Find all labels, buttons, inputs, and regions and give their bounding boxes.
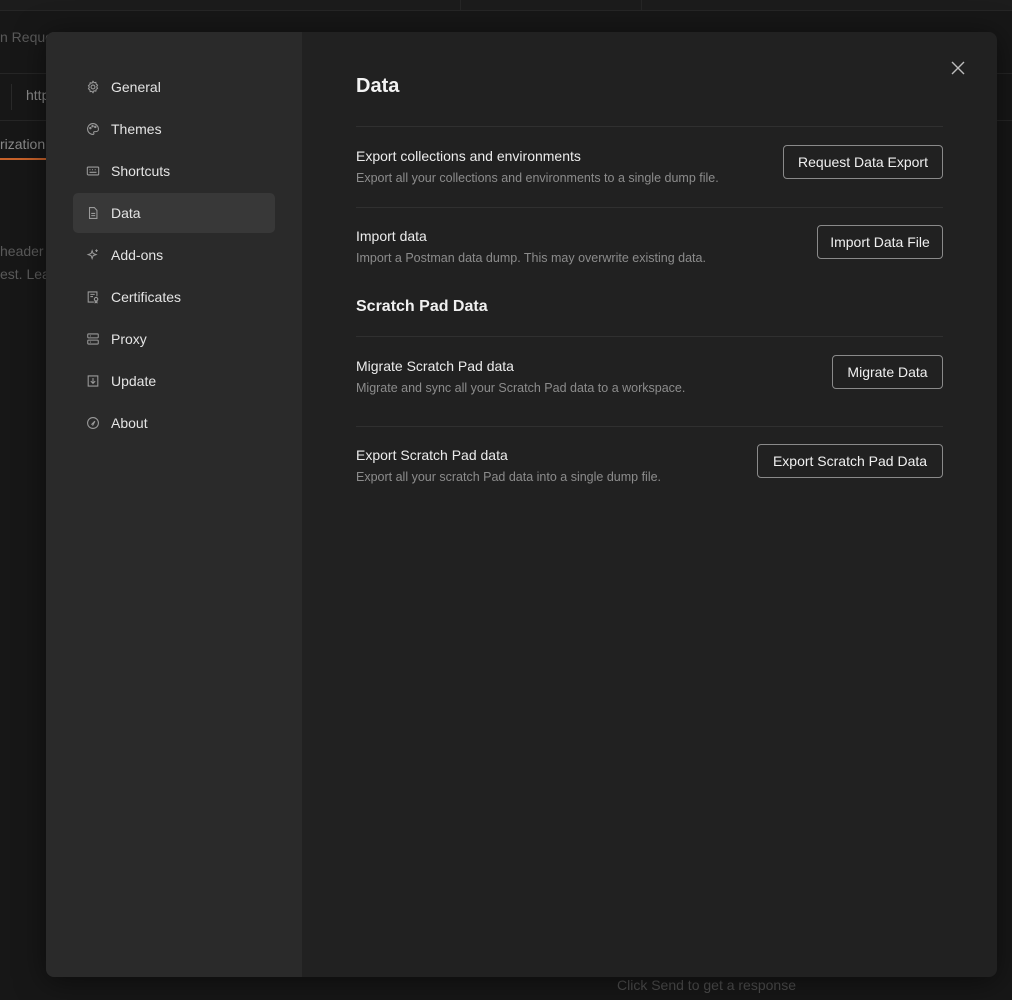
sidebar-item-label: General xyxy=(111,79,161,95)
palette-icon xyxy=(85,121,101,137)
request-data-export-button[interactable]: Request Data Export xyxy=(783,145,943,179)
export-scratch-pad-data-button[interactable]: Export Scratch Pad Data xyxy=(757,444,943,478)
sidebar-item-about[interactable]: About xyxy=(73,403,275,443)
divider xyxy=(356,207,943,208)
request-tab-label: n Reque xyxy=(0,29,53,45)
sidebar-item-label: Themes xyxy=(111,121,162,137)
settings-sidebar: General Themes Shortcuts Data Add-ons Ce… xyxy=(46,32,302,977)
import-data-file-button[interactable]: Import Data File xyxy=(817,225,943,259)
sidebar-item-label: Update xyxy=(111,373,157,389)
active-tab-underline xyxy=(0,158,46,160)
info-icon xyxy=(85,415,101,431)
scratch-pad-section-title: Scratch Pad Data xyxy=(356,298,488,315)
divider xyxy=(356,336,943,337)
background-text-line-2: est. Lea xyxy=(0,266,50,282)
sidebar-item-label: Certificates xyxy=(111,289,182,305)
page-title: Data xyxy=(356,75,400,97)
file-icon xyxy=(85,205,101,221)
server-icon xyxy=(85,331,101,347)
export-scratch-pad-title: Export Scratch Pad data xyxy=(356,447,508,463)
sidebar-item-add-ons[interactable]: Add-ons xyxy=(73,235,275,275)
sidebar-item-data[interactable]: Data xyxy=(73,193,275,233)
sidebar-item-certificates[interactable]: Certificates xyxy=(73,277,275,317)
sidebar-item-label: Proxy xyxy=(111,331,147,347)
migrate-scratch-pad-description: Migrate and sync all your Scratch Pad da… xyxy=(356,381,686,395)
sidebar-item-proxy[interactable]: Proxy xyxy=(73,319,275,359)
sidebar-item-label: About xyxy=(111,415,148,431)
close-icon xyxy=(951,61,965,75)
sidebar-item-general[interactable]: General xyxy=(73,67,275,107)
download-icon xyxy=(85,373,101,389)
export-scratch-pad-description: Export all your scratch Pad data into a … xyxy=(356,470,662,484)
sparkle-icon xyxy=(85,247,101,263)
sidebar-item-themes[interactable]: Themes xyxy=(73,109,275,149)
settings-content: Data Export collections and environments… xyxy=(302,32,997,977)
authorization-tab-label: rization xyxy=(0,136,46,152)
sidebar-item-label: Data xyxy=(111,205,141,221)
export-collections-description: Export all your collections and environm… xyxy=(356,171,719,185)
sidebar-item-label: Shortcuts xyxy=(111,163,171,179)
sidebar-item-shortcuts[interactable]: Shortcuts xyxy=(73,151,275,191)
divider xyxy=(356,126,943,127)
close-button[interactable] xyxy=(948,58,968,78)
certificate-icon xyxy=(85,289,101,305)
export-collections-title: Export collections and environments xyxy=(356,148,581,164)
sidebar-item-label: Add-ons xyxy=(111,247,164,263)
gear-icon xyxy=(85,79,101,95)
import-data-title: Import data xyxy=(356,228,427,244)
divider xyxy=(356,426,943,427)
background-text-line-1: header xyxy=(0,243,44,259)
migrate-data-button[interactable]: Migrate Data xyxy=(832,355,943,389)
sidebar-item-update[interactable]: Update xyxy=(73,361,275,401)
response-placeholder-text: Click Send to get a response xyxy=(617,977,796,993)
migrate-scratch-pad-title: Migrate Scratch Pad data xyxy=(356,358,514,374)
keyboard-icon xyxy=(85,163,101,179)
import-data-description: Import a Postman data dump. This may ove… xyxy=(356,251,706,265)
settings-modal: General Themes Shortcuts Data Add-ons Ce… xyxy=(46,32,997,977)
app-top-bar xyxy=(0,0,1012,11)
